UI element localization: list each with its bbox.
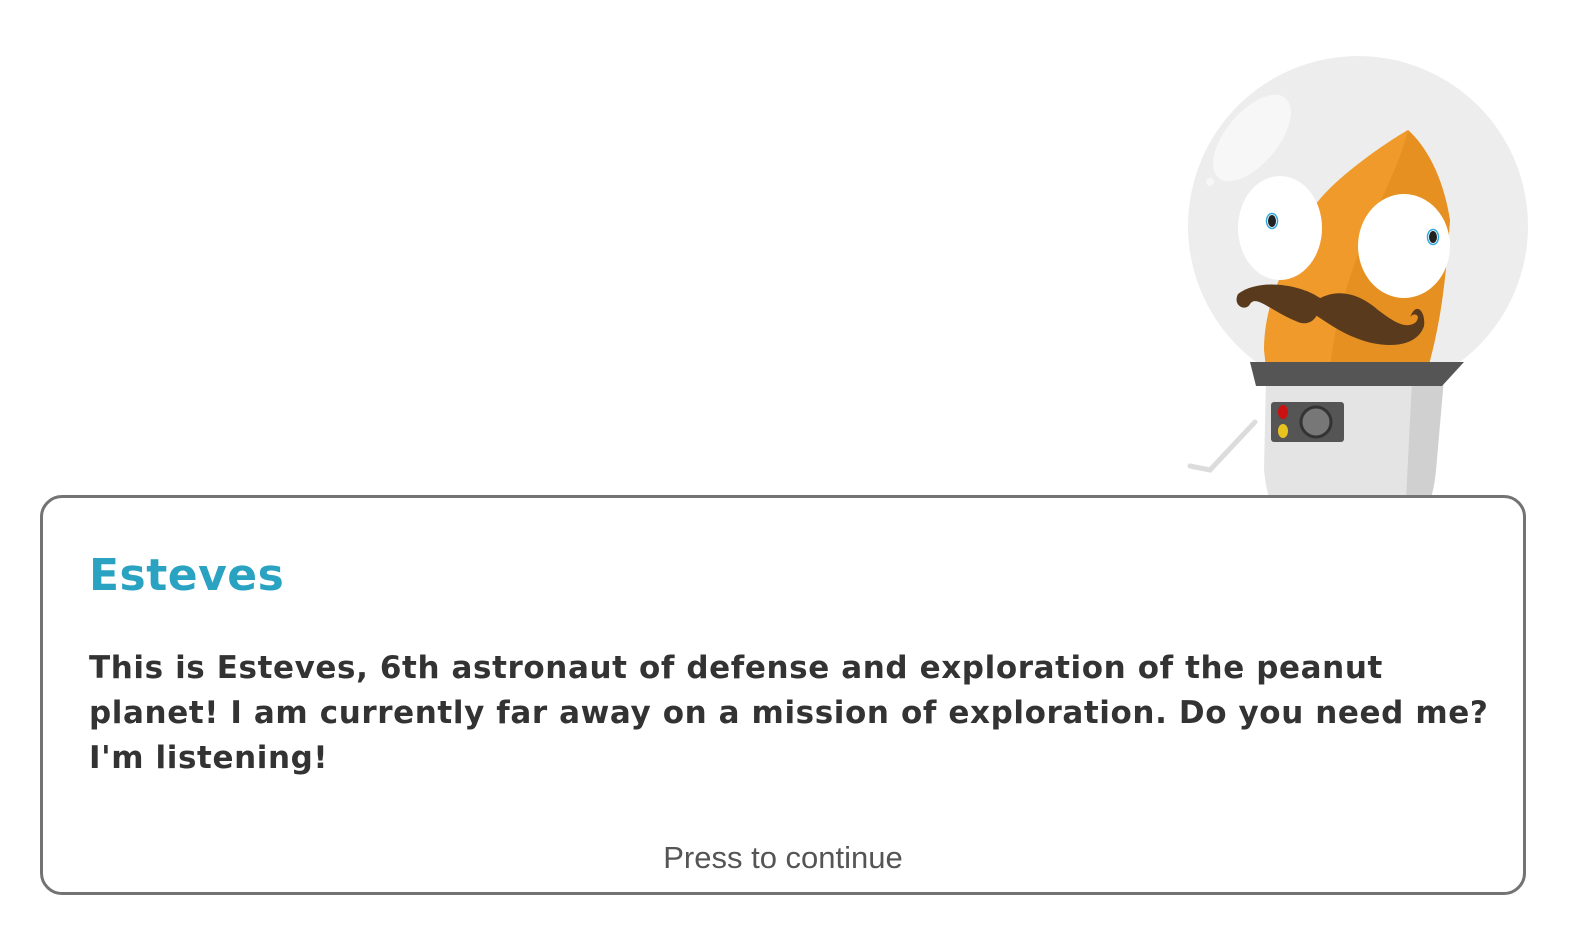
astronaut-mascot-icon <box>1180 50 1540 500</box>
continue-prompt[interactable]: Press to continue <box>43 840 1523 876</box>
dialog-message: This is Esteves, 6th astronaut of defens… <box>89 650 1489 776</box>
speaker-name: Esteves <box>89 550 285 601</box>
dialog-screen: Esteves This is Esteves, 6th astronaut o… <box>0 0 1587 926</box>
dialog-box[interactable]: Esteves This is Esteves, 6th astronaut o… <box>40 495 1526 895</box>
